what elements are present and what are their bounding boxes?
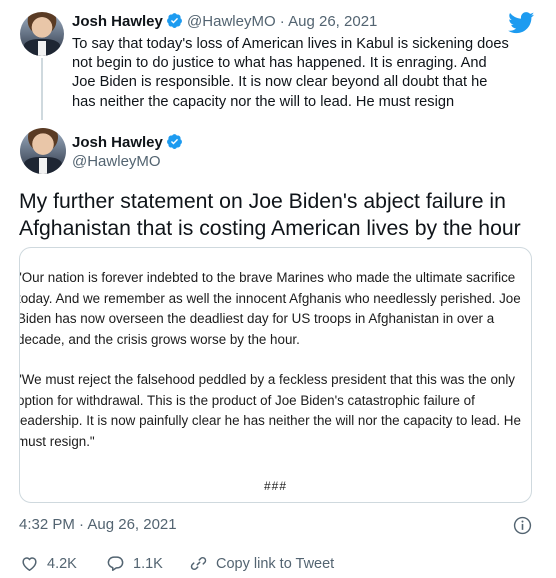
reply-button[interactable]: 1.1K xyxy=(106,554,163,573)
main-handle[interactable]: @HawleyMO xyxy=(72,153,161,170)
parent-display-name[interactable]: Josh Hawley xyxy=(72,13,163,30)
avatar-shirt xyxy=(39,158,47,174)
like-count: 4.2K xyxy=(47,555,77,572)
statement-image-card[interactable]: "Our nation is forever indebted to the b… xyxy=(19,247,532,503)
reply-count: 1.1K xyxy=(133,555,163,572)
verified-badge-icon xyxy=(166,13,182,28)
main-tweet-text: My further statement on Joe Biden's abje… xyxy=(19,190,521,240)
header-separator: · xyxy=(279,13,285,30)
twitter-bird-icon[interactable] xyxy=(508,12,535,34)
avatar-shirt xyxy=(38,41,46,56)
thread-connector-line xyxy=(41,58,43,120)
reply-bubble-icon xyxy=(107,556,124,571)
parent-tweet-avatar[interactable] xyxy=(20,12,64,56)
main-tweet-avatar[interactable] xyxy=(20,128,66,174)
statement-paragraph-1: "Our nation is forever indebted to the b… xyxy=(19,270,521,347)
statement-paragraph-2: "We must reject the falsehood peddled by… xyxy=(19,372,521,449)
copy-link-button[interactable]: Copy link to Tweet xyxy=(189,554,334,573)
verified-badge-icon xyxy=(166,134,182,149)
tweet-timestamp[interactable]: 4:32 PM · Aug 26, 2021 xyxy=(19,516,177,533)
link-icon xyxy=(190,556,207,571)
statement-closing-mark: ### xyxy=(263,479,288,493)
heart-icon xyxy=(22,557,37,571)
parent-tweet-text: To say that today's loss of American liv… xyxy=(72,36,509,110)
main-author-row: Josh Hawley xyxy=(72,133,183,152)
info-icon[interactable] xyxy=(513,516,532,535)
like-button[interactable]: 4.2K xyxy=(20,554,77,573)
copy-link-label: Copy link to Tweet xyxy=(216,555,335,572)
parent-tweet-header: Josh Hawley @HawleyMO · Aug 26, 2021 xyxy=(72,12,377,30)
main-display-name[interactable]: Josh Hawley xyxy=(72,134,163,151)
parent-handle[interactable]: @HawleyMO xyxy=(187,13,276,30)
parent-date[interactable]: Aug 26, 2021 xyxy=(288,13,377,30)
